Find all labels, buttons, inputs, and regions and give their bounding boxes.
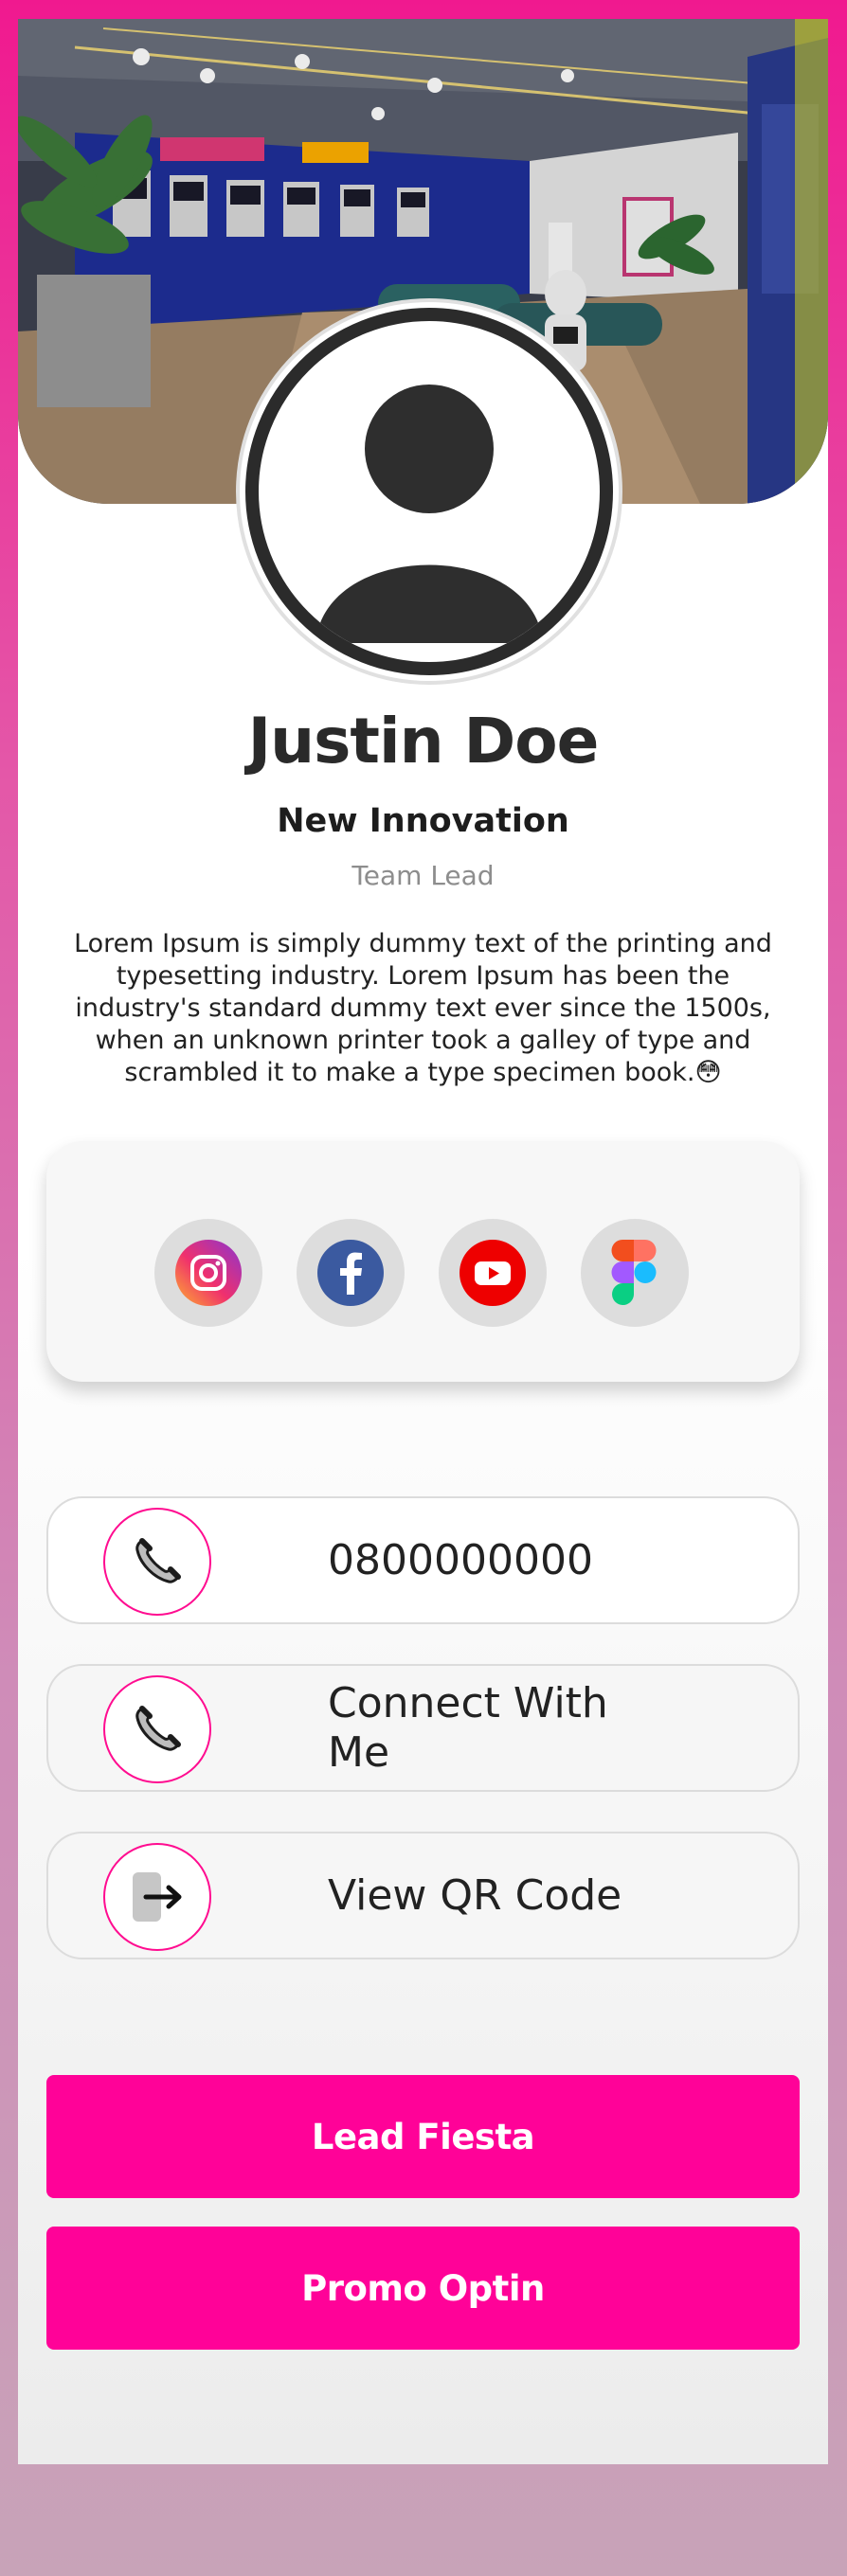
- youtube-icon: [460, 1240, 526, 1306]
- avatar: [245, 308, 613, 675]
- phone-icon: [103, 1508, 211, 1616]
- phone-icon: [103, 1675, 211, 1783]
- instagram-button[interactable]: [154, 1219, 262, 1327]
- company-name: New Innovation: [277, 802, 569, 840]
- phone-action[interactable]: 0800000000: [46, 1496, 800, 1624]
- promo-optin-button[interactable]: Promo Optin: [46, 2227, 800, 2350]
- facebook-button[interactable]: [297, 1219, 405, 1327]
- profile-card: Justin Doe New Innovation Team Lead Lore…: [18, 19, 828, 2464]
- instagram-icon: [175, 1240, 242, 1306]
- connect-action[interactable]: Connect With Me: [46, 1664, 800, 1792]
- qr-code-action[interactable]: View QR Code: [46, 1832, 800, 1959]
- profile-name: Justin Doe: [247, 705, 600, 778]
- figma-button[interactable]: [581, 1219, 689, 1327]
- lead-fiesta-button[interactable]: Lead Fiesta: [46, 2075, 800, 2198]
- connect-label: Connect With Me: [328, 1678, 608, 1777]
- sign-in-icon: [103, 1843, 211, 1951]
- youtube-button[interactable]: [439, 1219, 547, 1327]
- job-title: Team Lead: [351, 860, 495, 891]
- social-links: [46, 1141, 800, 1382]
- qr-code-label: View QR Code: [328, 1870, 622, 1920]
- phone-number: 0800000000: [328, 1535, 593, 1584]
- figma-icon: [611, 1240, 657, 1305]
- profile-bio: Lorem Ipsum is simply dummy text of the …: [74, 929, 772, 1087]
- facebook-icon: [317, 1240, 384, 1306]
